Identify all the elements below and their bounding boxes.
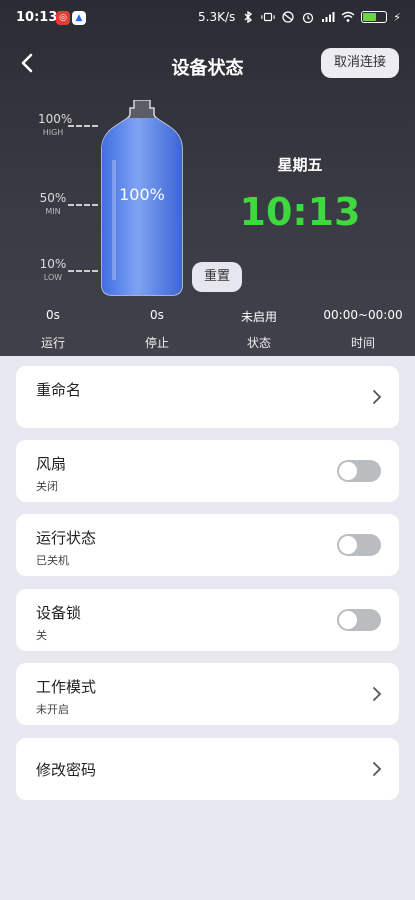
navigation-app-icon: ▲ [72,11,86,25]
charging-icon: ⚡ [393,10,401,24]
change-password-row[interactable]: 修改密码 [16,738,399,800]
battery-icon [361,11,388,23]
gauge-dash-min [68,204,98,206]
gauge-level-tag: HIGH [42,128,64,137]
device-lock-title: 设备锁 [36,604,82,622]
run-state-row: 运行状态 已关机 [16,514,399,576]
gauge-dash-low [68,270,98,272]
status-icons: 5.3K/s ⚡ [198,10,401,24]
work-mode-row[interactable]: 工作模式 未开启 [16,663,399,725]
stat-value: 未启用 [240,310,277,324]
run-state-toggle[interactable] [337,534,381,556]
app-notification-icon: ◎ [56,11,70,25]
alarm-icon [303,12,314,23]
rename-title: 重命名 [36,381,82,399]
fan-row: 风扇 关闭 [16,440,399,502]
status-bar: 10:13 ◎ ▲ 5.3K/s ⚡ [0,0,415,36]
bluetooth-icon [244,11,253,23]
title-bar: 设备状态 取消连接 [0,42,415,86]
reset-button[interactable]: 重置 [192,262,242,292]
run-state-status: 已关机 [36,554,69,567]
gauge-level-percent: 10% [39,257,67,271]
wifi-icon [341,11,355,22]
chevron-right-icon [373,390,382,404]
stat-value: 0s [46,308,60,322]
fan-toggle[interactable] [337,460,381,482]
rename-row[interactable]: 重命名 [16,366,399,428]
gauge-level-high: 100% HIGH [38,113,72,139]
stat-label: 时间 [350,336,375,350]
weekday-label: 星期五 [277,156,323,174]
work-mode-title: 工作模式 [36,678,97,696]
vibrate-icon [261,12,275,22]
device-lock-status: 关 [36,629,47,642]
gauge-level-tag: MIN [45,207,61,216]
stat-stop: 0s 停止 [112,308,202,351]
stat-label: 停止 [144,336,169,350]
clock-time: 10:13 [239,190,361,234]
header-panel: 10:13 ◎ ▲ 5.3K/s ⚡ 设备状态 取消连接 100% HIGH 5… [0,0,415,356]
gauge-level-tag: LOW [43,273,63,282]
gauge-dash-high [68,125,98,127]
work-mode-status: 未开启 [36,703,69,716]
gauge-level-low: 10% LOW [38,258,68,284]
gauge-level-percent: 100% [38,112,73,126]
do-not-disturb-icon [282,11,294,23]
net-speed: 5.3K/s [198,10,236,24]
stat-state: 未启用 状态 [214,308,304,351]
stat-time: 00:00~00:00 时间 [318,308,408,351]
run-state-title: 运行状态 [36,529,97,547]
chevron-right-icon [373,687,382,701]
device-lock-toggle[interactable] [337,609,381,631]
stat-run: 0s 运行 [8,308,98,351]
device-lock-row: 设备锁 关 [16,589,399,651]
stats-row: 0s 运行 0s 停止 未启用 状态 00:00~00:00 时间 [0,308,415,354]
chevron-right-icon [373,762,382,776]
disconnect-button[interactable]: 取消连接 [321,48,399,78]
stat-value: 0s [150,308,164,322]
stat-label: 状态 [246,336,271,350]
fill-percent-text: 100% [119,185,165,204]
change-password-title: 修改密码 [36,761,97,779]
fan-status: 关闭 [36,480,58,493]
status-time: 10:13 [16,10,58,25]
stat-label: 运行 [40,336,65,350]
gauge-level-min: 50% MIN [38,192,68,218]
signal-icon [322,12,335,22]
gauge-level-percent: 50% [39,191,67,205]
fan-title: 风扇 [36,455,67,473]
stat-value: 00:00~00:00 [323,308,403,322]
